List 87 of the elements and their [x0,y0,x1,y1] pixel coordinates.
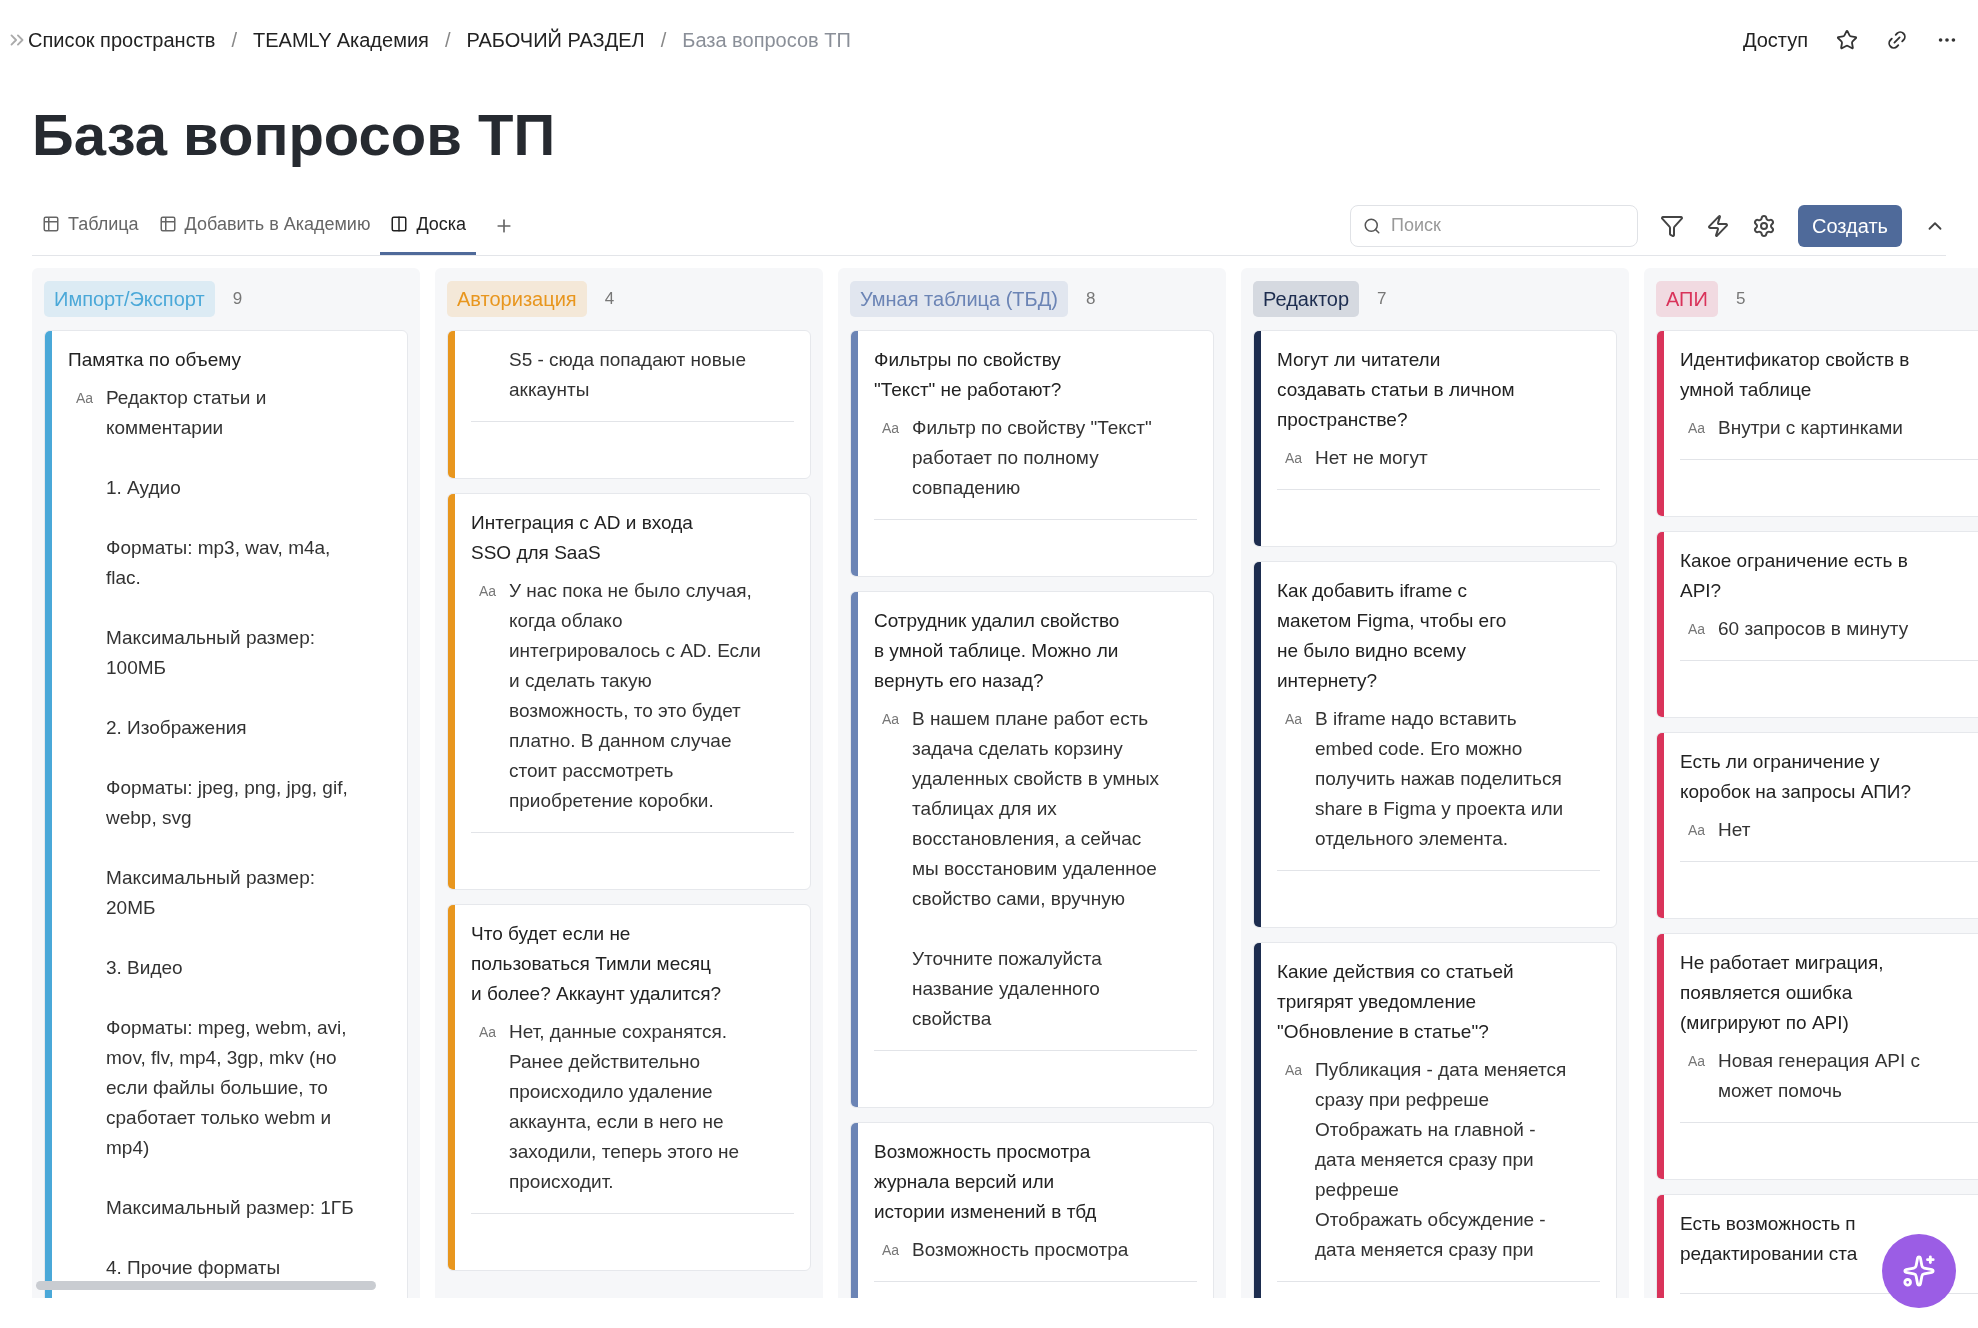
card-title: Памятка по объему [68,348,243,372]
card[interactable]: Какое ограничение есть в API? Aa 60 запросов в минуту [1656,531,1978,718]
text-property-icon: Aa [882,1242,900,1258]
card-title: Могут ли читатели создавать статьи в личном пространстве? [1277,348,1516,432]
card-text: В нашем плане работ есть задача сделать корзину удаленных свойств в умных таблицах для их восстановления, а сейчас мы восстановим удаленное свойство сами, вручную Уточните пожалуйста название удаленного свойства [912,707,1160,1031]
card-text: Нет, данные сохранятся. Ранее действительно происходило удаление аккаунта, если в него не заходили, теперь этого не происходит. [509,1020,740,1194]
board-icon [390,215,409,233]
card-text: У нас пока не было случая, когда облако интегрировалось с AD. Если и сделать такую возможность, то это будет платно. В данном случае стоит рассмотреть приобретение коробки. [509,579,761,813]
text-property-icon: Aa [479,583,497,599]
card-text: Возможность просмотра [912,1238,1129,1262]
card[interactable]: Возможность просмотра журнала версий или истории изменений в тбд Aa Возможность просмотра [850,1122,1214,1298]
card[interactable]: Есть ли ограничение у коробок на запросы АПИ? Aa Нет [1656,732,1978,919]
card-count: 4 [604,288,615,311]
table-icon [42,215,60,233]
text-property-icon: Aa [1285,711,1303,727]
card-title: Что будет если не пользоваться Тимли месяц и более? Аккаунт удалится? [471,922,723,1006]
card-text: Внутри с картинками [1718,416,1903,440]
star-icon[interactable] [1836,29,1858,51]
breadcrumb-link[interactable]: TEAMLY Академия [253,25,429,55]
column-tag: АПИ [1656,281,1718,317]
column-tag: Умная таблица (ТБД) [850,281,1068,317]
card-text: В iframe надо вставить embed code. Его можно получить нажав поделиться share в Figma у проекта или отдельного элемента. [1315,707,1564,851]
text-property-icon: Aa [1688,1053,1706,1069]
sparkle-icon [1902,1254,1936,1288]
text-property-icon: Aa [1688,420,1706,436]
access-button[interactable]: Доступ [1742,25,1808,55]
card-text: Нет не могут [1315,446,1428,470]
text-property-icon: Aa [1285,450,1303,466]
card-text: Фильтр по свойству "Текст" работает по полному совпадению [912,416,1152,500]
settings-icon[interactable] [1752,213,1776,238]
filter-icon[interactable] [1660,213,1684,238]
breadcrumb-separator: / [231,28,237,53]
card-text: Редактор статьи и комментарии 1. Аудио Форматы: mp3, wav, m4a, flac. Максимальный размер: 100МБ 2. Изображения Форматы: jpeg, png, jpg, gif, webp, svg Максимальный размер: 20МБ 3. Видео Форматы: mpeg, webm, avi, mov, flv, mp4, 3gp, mkv (но если файлы большие, то сработает только webm и mp4) Максимальный размер: 1ГБ 4. Прочие форматы [106,386,354,1280]
column-tag: Авторизация [447,281,587,317]
card[interactable]: S5 - сюда попадают новые аккаунты [447,330,811,479]
card-title: Есть ли ограничение у коробок на запросы АПИ? [1680,750,1913,804]
card-title: Есть возможность п редактировании ста [1680,1212,1859,1266]
text-property-icon: Aa [882,420,900,436]
text-property-icon: Aa [1688,822,1706,838]
breadcrumb-separator: / [660,28,667,53]
horizontal-scrollbar[interactable] [36,1281,376,1290]
card[interactable]: Не работает миграция, появляется ошибка (мигрируют по API) Aa Новая генерация API с может помочь [1656,933,1978,1180]
create-button[interactable]: Создать [1798,204,1902,247]
breadcrumb-link[interactable]: Список пространств [28,25,216,55]
card-title: Сотрудник удалил свойство в умной таблице. Можно ли вернуть его назад? [874,609,1121,693]
card-title: Фильтры по свойству "Текст" не работают? [874,348,1063,402]
card-text: Нет [1718,818,1751,842]
text-property-icon: Aa [76,390,94,406]
lightning-icon[interactable] [1706,213,1730,238]
card-title: Возможность просмотра журнала версий или истории изменений в тбд [874,1140,1098,1224]
text-property-icon: Aa [1285,1062,1303,1078]
card-count: 8 [1085,288,1096,311]
breadcrumb-separator: / [444,28,451,53]
card-title: Какое ограничение есть в API? [1680,549,1909,603]
text-property-icon: Aa [479,1024,497,1040]
column-tag: Редактор [1253,281,1360,317]
card[interactable] [447,493,811,890]
card-title: Не работает миграция, появляется ошибка (мигрируют по API) [1680,951,1885,1035]
card-count: 9 [232,288,243,311]
card-title: Идентификатор свойств в умной таблице [1680,348,1911,402]
card[interactable] [1253,942,1617,1298]
page-title: База вопросов ТП [32,101,557,169]
card[interactable]: Что будет если не пользоваться Тимли месяц и более? Аккаунт удалится? Aa Нет, данные сохранятся. Ранее действительно происходило удаление аккаунта, если в него не заходили, теперь этого не происходит. [447,904,811,1271]
text-property-icon: Aa [882,711,900,727]
card-title: Как добавить iframe с макетом Figma, чтобы его не было видно всему интернету? [1277,579,1508,693]
card-title: Какие действия со статьей тригярят уведомление "Обновление в статье"? [1277,960,1515,1044]
view-tab[interactable]: Доска [380,196,477,255]
text-property-icon: Aa [1688,621,1706,637]
card[interactable]: Идентификатор свойств в умной таблице Aa Внутри с картинками [1656,330,1978,517]
card[interactable]: Как добавить iframe с макетом Figma, чтобы его не было видно всему интернету? Aa В iframe надо вставить embed code. Его можно получить нажав поделиться share в Figma у проекта или отдельного элемента. [1253,561,1617,928]
card-text: S5 - сюда попадают новые аккаунты [509,348,746,402]
view-tab[interactable]: Добавить в Академию [148,196,381,255]
card-count: 7 [1377,288,1387,311]
card-count: 5 [1735,288,1746,311]
card-text: 60 запросов в минуту [1718,617,1909,641]
column-tag: Импорт/Экспорт [44,281,215,317]
breadcrumb-link[interactable]: РАБОЧИЙ РАЗДЕЛ [466,25,645,55]
view-tab[interactable]: Таблица [32,196,149,255]
card[interactable]: Могут ли читатели создавать статьи в личном пространстве? Aa Нет не могут [1253,330,1617,547]
table-icon [158,215,177,233]
card-text: Публикация - дата меняется сразу при рефреше Отображать на главной - дата меняется сразу при рефреше Отображать обсуждение - дата меняется сразу при [1315,1058,1567,1262]
card-text: Новая генерация API с может помочь [1718,1049,1921,1103]
search-field[interactable]: Поиск [1350,204,1638,247]
card-title: Интеграция с AD и входа SSO для SaaS [471,511,694,565]
search-icon [1363,216,1381,235]
card[interactable]: Фильтры по свойству "Текст" не работают? Aa Фильтр по свойству "Текст" работает по полному совпадению [850,330,1214,577]
card[interactable] [850,591,1214,1108]
